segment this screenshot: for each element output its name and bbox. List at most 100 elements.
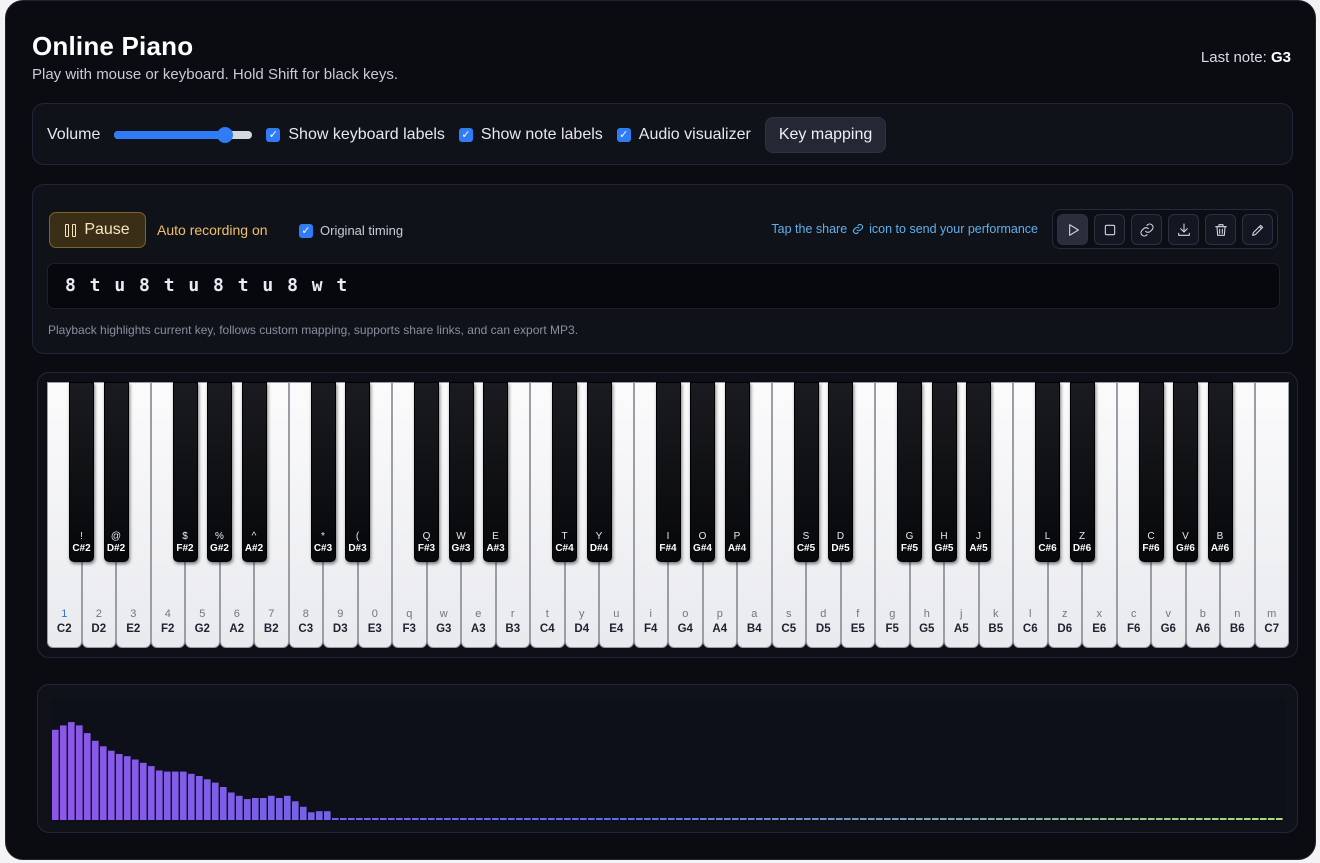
key-binding-label: x (1096, 608, 1103, 620)
show-keyboard-labels-toggle[interactable]: ✓ Show keyboard labels (266, 126, 445, 144)
share-link-button[interactable] (1131, 214, 1162, 245)
note-label: C6 (1022, 623, 1038, 635)
recorder-note: Playback highlights current key, follows… (48, 323, 579, 337)
black-key-dsharp3[interactable]: (D#3 (345, 382, 370, 562)
black-key-gsharp6[interactable]: V G#6 (1173, 382, 1198, 562)
black-key-gsharp4[interactable]: O G#4 (690, 382, 715, 562)
checkbox-checked-icon[interactable]: ✓ (616, 128, 631, 142)
note-label: C7 (1264, 623, 1280, 635)
black-key-csharp6[interactable]: L C#6 (1035, 382, 1060, 562)
note-label: G5 (919, 623, 935, 635)
black-key-gsharp3[interactable]: W G#3 (448, 382, 474, 562)
key-binding-label: P (733, 531, 741, 542)
visualizer-bar (68, 722, 75, 820)
visualizer-bar (332, 818, 339, 820)
black-key-csharp5[interactable]: S C#5 (793, 382, 819, 562)
visualizer-bar (588, 818, 595, 820)
key-binding-label: H (940, 531, 948, 542)
black-key-csharp2[interactable]: ! C#2 (69, 382, 94, 562)
key-binding-label: 3 (130, 608, 137, 620)
note-label: D3 (332, 623, 348, 635)
black-key-fsharp3[interactable]: Q F#3 (414, 382, 439, 562)
download-button[interactable] (1168, 214, 1199, 245)
visualizer-bar (436, 818, 443, 820)
black-key-asharp4[interactable]: P A#4 (724, 382, 750, 562)
note-label: E4 (609, 623, 624, 635)
stop-button[interactable] (1094, 214, 1125, 245)
share-hint-before: Tap the share (771, 222, 848, 236)
key-binding-label: l (1029, 608, 1032, 620)
controls-panel: Volume ✓ Show keyboard labels ✓ Show not… (32, 103, 1293, 165)
visualizer-bar (364, 818, 371, 820)
black-key-asharp2[interactable]: ^ A#2 (241, 382, 267, 562)
key-binding-label: k (993, 608, 999, 620)
key-binding-label: D (836, 531, 845, 542)
play-button[interactable] (1057, 214, 1088, 245)
visualizer-bar (316, 811, 323, 820)
visualizer-bar (1228, 818, 1235, 820)
key-binding-label: C (1147, 531, 1155, 542)
audio-visualizer-toggle[interactable]: ✓ Audio visualizer (616, 126, 751, 144)
key-binding-label: 5 (199, 608, 206, 620)
visualizer-bar (1108, 818, 1115, 820)
volume-slider-thumb[interactable] (216, 127, 233, 143)
key-mapping-button[interactable]: Key mapping (764, 117, 887, 153)
visualizer-bar (484, 818, 491, 820)
key-binding-label: i (649, 608, 652, 620)
black-key-fsharp6[interactable]: C F#6 (1138, 382, 1164, 562)
black-key-fsharp5[interactable]: G F#5 (897, 382, 922, 562)
key-binding-label: q (406, 608, 413, 620)
black-key-asharp6[interactable]: B A#6 (1207, 382, 1233, 562)
volume-slider[interactable] (114, 127, 253, 143)
note-label: A5 (953, 623, 969, 635)
volume-slider-fill (114, 131, 225, 139)
visualizer-bar (84, 733, 91, 820)
black-key-fsharp2[interactable]: $ F#2 (172, 382, 198, 562)
note-label: C2 (56, 623, 72, 635)
black-key-csharp3[interactable]: * C#3 (310, 382, 336, 562)
visualizer-bar (500, 818, 507, 820)
black-key-dsharp5[interactable]: D D#5 (828, 382, 853, 562)
trash-icon (1214, 223, 1227, 236)
black-key-asharp5[interactable]: J A#5 (966, 382, 991, 562)
visualizer-bar (324, 811, 331, 820)
original-timing-label: Original timing (320, 223, 404, 238)
black-key-gsharp5[interactable]: H G#5 (931, 382, 957, 562)
checkbox-checked-icon[interactable]: ✓ (299, 223, 313, 238)
key-binding-label: ^ (251, 531, 257, 542)
recorded-sequence[interactable]: 8 t u 8 t u 8 t u 8 w t (47, 263, 1280, 309)
show-note-labels-toggle[interactable]: ✓ Show note labels (458, 126, 603, 144)
visualizer-bar (612, 818, 619, 820)
visualizer-bar (1124, 818, 1131, 820)
delete-button[interactable] (1205, 214, 1236, 245)
edit-button[interactable] (1242, 214, 1273, 245)
white-key-c7[interactable]: m C7 (1254, 382, 1289, 648)
checkbox-checked-icon[interactable]: ✓ (266, 128, 281, 142)
key-binding-label: Z (1078, 531, 1086, 542)
pause-button[interactable]: Pause (49, 212, 146, 248)
visualizer-bar (420, 818, 427, 820)
pause-icon (65, 223, 77, 237)
visualizer-bar (396, 818, 403, 820)
recorder-panel: Pause Auto recording on ✓ Original timin… (32, 184, 1293, 354)
black-key-gsharp2[interactable]: % G#2 (207, 382, 232, 562)
visualizer-bar (388, 818, 395, 820)
note-label: F#4 (659, 543, 677, 554)
checkbox-checked-icon[interactable]: ✓ (458, 128, 473, 142)
black-key-dsharp4[interactable]: Y D#4 (586, 382, 612, 562)
black-key-dsharp2[interactable]: @ D#2 (103, 382, 129, 562)
visualizer-bar (700, 818, 707, 820)
note-label: F#6 (1142, 543, 1160, 554)
note-label: E3 (367, 623, 382, 635)
original-timing-toggle[interactable]: ✓ Original timing (299, 223, 403, 238)
visualizer-bar (540, 818, 547, 820)
black-key-csharp4[interactable]: T C#4 (552, 382, 577, 562)
visualizer-bar (1092, 818, 1099, 820)
visualizer-bar (1164, 818, 1171, 820)
visualizer-bar (1180, 818, 1187, 820)
black-key-asharp3[interactable]: E A#3 (483, 382, 508, 562)
visualizer-bar (916, 818, 923, 820)
note-label: C5 (781, 623, 797, 635)
black-key-dsharp6[interactable]: Z D#6 (1069, 382, 1095, 562)
black-key-fsharp4[interactable]: I F#4 (655, 382, 681, 562)
